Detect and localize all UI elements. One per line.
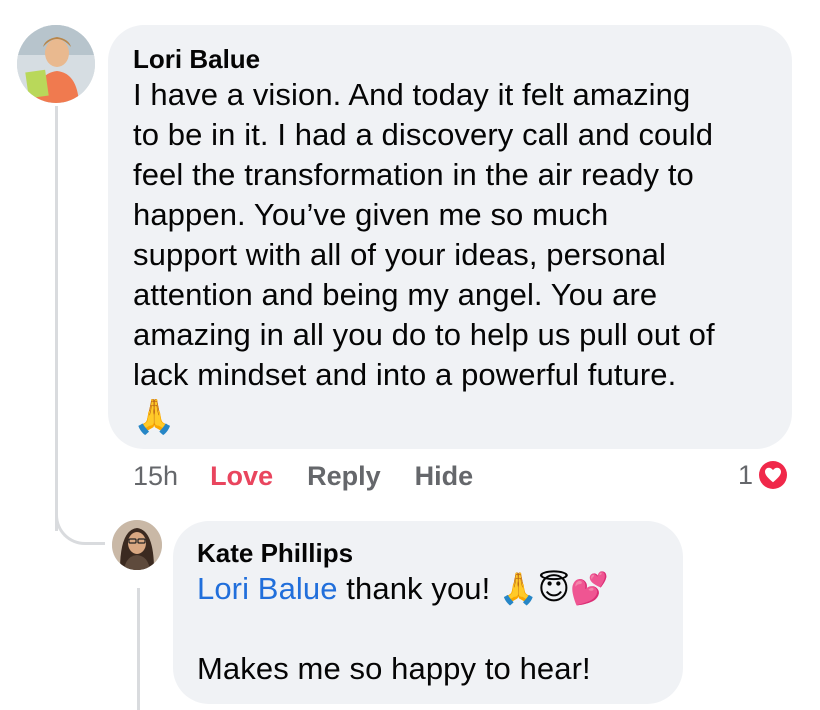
comment-line: support with all of your ideas, personal: [133, 237, 667, 272]
reaction-summary[interactable]: 1: [738, 458, 790, 492]
emoji-group: 🙏😇💕: [499, 571, 609, 607]
praying-hands-emoji: 🙏: [133, 397, 176, 437]
reply-button[interactable]: Reply: [307, 461, 381, 492]
reply-author[interactable]: Kate Phillips: [197, 537, 659, 569]
comment-bubble: Lori Balue I have a vision. And today it…: [108, 25, 792, 449]
comment-actions: 15h Love Reply Hide: [133, 458, 473, 494]
avatar-kate[interactable]: [112, 520, 162, 570]
reply-bubble: Kate Phillips Lori Balue thank you! 🙏😇💕 …: [173, 521, 683, 704]
avatar-photo: [17, 25, 95, 103]
avatar-photo: [112, 520, 162, 570]
comment-timestamp[interactable]: 15h: [133, 461, 178, 492]
heart-icon: [757, 459, 790, 491]
thread-connector: [55, 500, 105, 545]
thread-line: [55, 106, 58, 531]
comment-line: I have a vision. And today it felt amazi…: [133, 77, 691, 112]
comment-text: I have a vision. And today it felt amazi…: [133, 75, 768, 395]
comment-author[interactable]: Lori Balue: [133, 43, 768, 75]
reply-text-part: thank you!: [337, 571, 500, 606]
comment-line: attention and being my angel. You are: [133, 277, 658, 312]
comment-line: to be in it. I had a discovery call and …: [133, 117, 714, 152]
comment-line: feel the transformation in the air ready…: [133, 157, 694, 192]
avatar-lori[interactable]: [17, 25, 95, 103]
reply-second-line: Makes me so happy to hear!: [197, 651, 591, 686]
love-button[interactable]: Love: [210, 461, 273, 492]
comment-line: happen. You’ve given me so much: [133, 197, 609, 232]
comment-line: amazing in all you do to help us pull ou…: [133, 317, 715, 352]
mention-link[interactable]: Lori Balue: [197, 571, 338, 606]
reply-thread-line: [137, 588, 140, 710]
hide-button[interactable]: Hide: [415, 461, 474, 492]
reply-text: Lori Balue thank you! 🙏😇💕: [197, 569, 659, 609]
comment-line: lack mindset and into a powerful future.: [133, 357, 677, 392]
reaction-count: 1: [738, 459, 754, 490]
